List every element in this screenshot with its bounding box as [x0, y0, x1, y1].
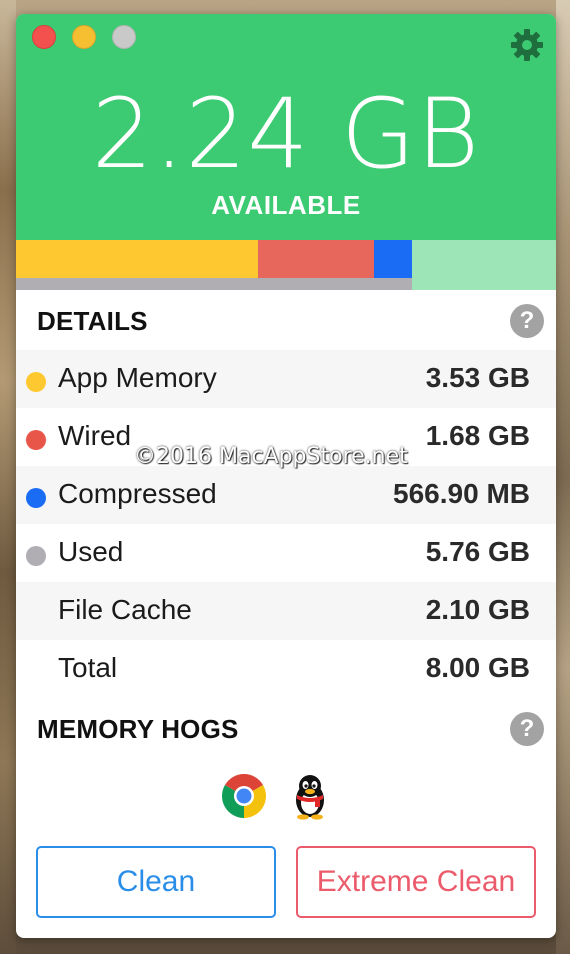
detail-label: File Cache: [58, 594, 192, 625]
detail-row-total: Total 8.00 GB: [16, 640, 556, 698]
chrome-icon[interactable]: [220, 772, 268, 820]
extreme-clean-button[interactable]: Extreme Clean: [296, 846, 536, 918]
detail-row-file-cache: File Cache 2.10 GB: [16, 582, 556, 640]
close-window-button[interactable]: [32, 25, 56, 49]
details-help-icon[interactable]: ?: [510, 304, 544, 338]
clean-button[interactable]: Clean: [36, 846, 276, 918]
minimize-window-button[interactable]: [72, 25, 96, 49]
wired-color-dot: [26, 430, 46, 450]
details-title: DETAILS: [37, 306, 148, 336]
usage-segment-used: [16, 278, 412, 290]
available-memory-header: 2.24 GB AVAILABLE: [16, 14, 556, 240]
available-label: AVAILABLE: [211, 190, 361, 220]
detail-label: Wired: [58, 420, 132, 451]
gear-icon[interactable]: [510, 28, 544, 62]
app-memory-color-dot: [26, 372, 46, 392]
memory-hogs-title: MEMORY HOGS: [37, 714, 239, 744]
detail-value: 1.68 GB: [425, 420, 530, 451]
detail-label: App Memory: [58, 362, 217, 393]
detail-value: 8.00 GB: [425, 652, 530, 683]
detail-value: 2.10 GB: [425, 594, 530, 625]
detail-value: 566.90 MB: [393, 478, 530, 509]
detail-value: 5.76 GB: [425, 536, 530, 567]
available-memory-value: 2.24 GB: [91, 78, 481, 190]
compressed-color-dot: [26, 488, 46, 508]
usage-segment-available: [412, 240, 556, 290]
detail-row-app-memory: App Memory 3.53 GB: [16, 350, 556, 408]
detail-label: Compressed: [58, 478, 217, 509]
desktop-background-right: [556, 0, 570, 954]
detail-label: Used: [58, 536, 124, 567]
zoom-window-button[interactable]: [112, 25, 136, 49]
detail-value: 3.53 GB: [425, 362, 530, 393]
usage-segment-compressed: [374, 240, 412, 278]
usage-segment-app-memory: [16, 240, 258, 278]
detail-row-compressed: Compressed 566.90 MB: [16, 466, 556, 524]
memory-app-window: 2.24 GB AVAILABLE DETAILS ? App Memory 3…: [16, 14, 556, 938]
qq-penguin-icon[interactable]: [286, 772, 334, 820]
used-color-dot: [26, 546, 46, 566]
usage-segment-wired: [258, 240, 374, 278]
detail-row-wired: Wired 1.68 GB: [16, 408, 556, 466]
memory-hogs-help-icon[interactable]: ?: [510, 712, 544, 746]
detail-label: Total: [58, 652, 118, 683]
desktop-background-left: [0, 0, 16, 954]
detail-row-used: Used 5.76 GB: [16, 524, 556, 582]
memory-usage-bar: [16, 240, 556, 290]
